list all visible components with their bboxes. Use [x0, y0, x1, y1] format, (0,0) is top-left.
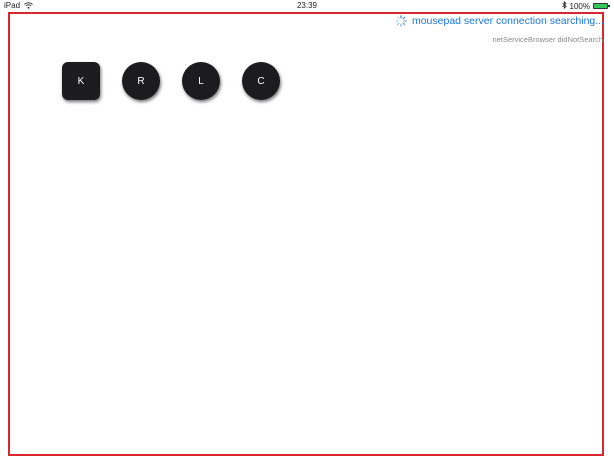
battery-percent: 100%: [569, 1, 590, 11]
status-bar: iPad 23:39 100%: [0, 0, 614, 12]
c-button[interactable]: C: [242, 62, 280, 100]
connection-status-text: mousepad server connection searching...: [411, 15, 604, 27]
l-button[interactable]: L: [182, 62, 220, 100]
battery-level: [594, 4, 607, 8]
status-right: 100%: [561, 0, 610, 11]
bluetooth-icon: [561, 0, 567, 11]
status-time: 23:39: [296, 1, 318, 10]
battery-tip: [608, 5, 610, 7]
r-button[interactable]: R: [122, 62, 160, 100]
spinner-icon: [395, 15, 407, 27]
connection-status: mousepad server connection searching...: [395, 15, 604, 27]
battery-icon: [593, 3, 610, 9]
k-button[interactable]: K: [62, 62, 100, 100]
connection-detail-text: netServiceBrowser didNotSearch: [492, 35, 603, 44]
app-screen: iPad 23:39 100% mousepad server connecti…: [0, 0, 614, 461]
